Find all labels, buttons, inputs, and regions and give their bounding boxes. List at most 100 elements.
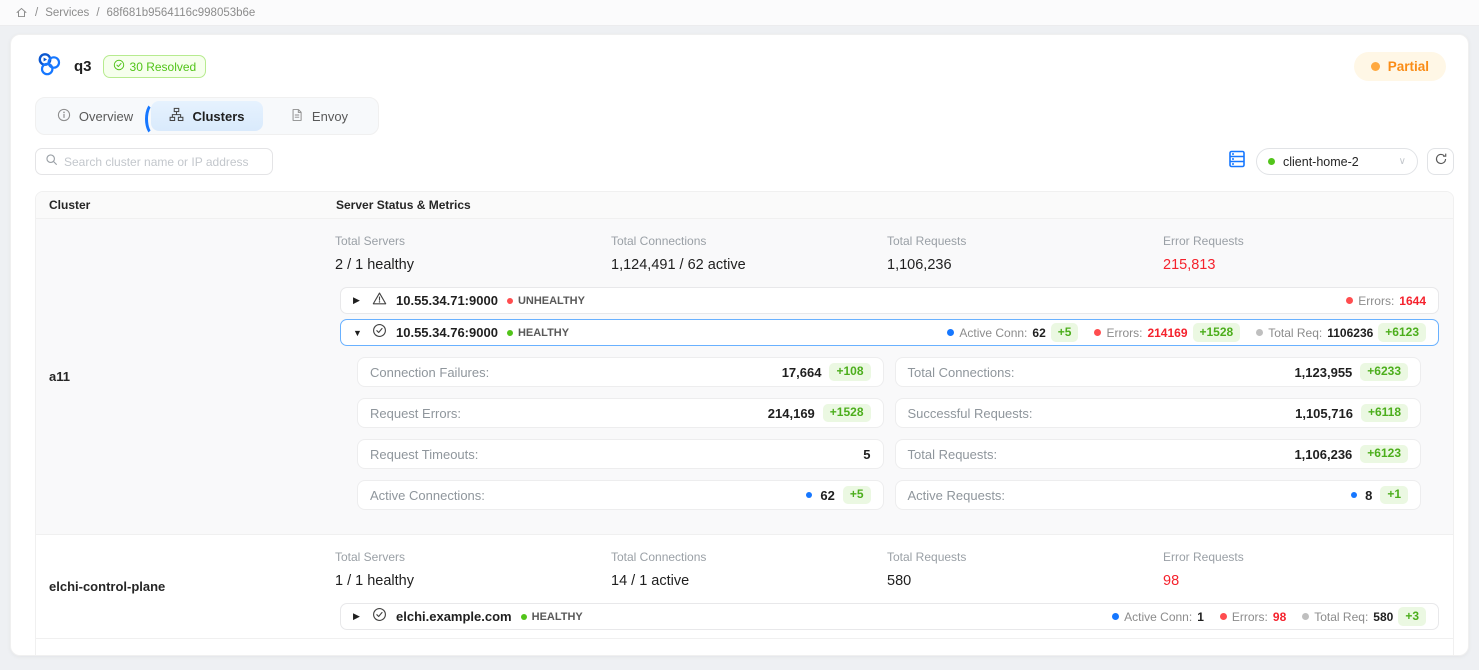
- stat-label: Active Conn:: [1124, 610, 1192, 624]
- stat-dot-icon: [947, 329, 954, 336]
- stat-delta-badge: +1528: [1193, 323, 1241, 342]
- detail-card-successful-requests: Successful Requests: 1,105,716+6118: [895, 398, 1422, 428]
- status-badge-label: Partial: [1388, 59, 1429, 74]
- stat-dot-icon: [1220, 613, 1227, 620]
- table-row: a11 Total Servers 2 / 1 healthy Total Con…: [36, 219, 1453, 535]
- summary-metric-label: Total Requests: [887, 550, 1163, 564]
- host-health-status: HEALTHY: [507, 327, 569, 339]
- server-rack-icon[interactable]: [1227, 149, 1247, 174]
- breadcrumb: / Services / 68f681b9564116c998053b6e: [0, 0, 1479, 26]
- host-health-status: HEALTHY: [521, 611, 583, 623]
- summary-metric-value: 14 / 1 active: [611, 573, 887, 589]
- stat-dot-icon: [1112, 613, 1119, 620]
- host-details-panel: Connection Failures: 17,664+108 Total Co…: [357, 357, 1421, 510]
- summary-metric-label: Total Servers: [335, 234, 611, 248]
- stat-value: 580: [1373, 610, 1393, 624]
- stat-delta-badge: +5: [1051, 323, 1079, 342]
- detail-card-active-connections: Active Connections: 62+5: [357, 480, 884, 510]
- delta-badge: +1528: [823, 404, 871, 423]
- host-address: elchi.example.com: [396, 609, 512, 624]
- caret-down-icon[interactable]: ▼: [353, 328, 363, 338]
- status-dot-icon: [1371, 62, 1380, 71]
- health-dot-icon: [507, 330, 513, 336]
- refresh-icon: [1434, 152, 1448, 171]
- tab-envoy[interactable]: Envoy: [263, 101, 375, 131]
- summary-metric-label: Error Requests: [1163, 550, 1439, 564]
- clusters-table: Cluster Server Status & Metrics a11 Tota…: [35, 191, 1454, 656]
- host-row-healthy[interactable]: ▶ elchi.example.com HEALTHY Active Conn:…: [340, 603, 1439, 630]
- warning-triangle-icon: [372, 291, 387, 311]
- page-title: q3: [74, 58, 92, 75]
- cluster-name: elchi-control-plane: [36, 535, 323, 638]
- node-select-value: client-home-2: [1283, 155, 1359, 169]
- delta-badge: +6123: [1360, 445, 1408, 464]
- stat-label: Errors:: [1106, 326, 1142, 340]
- file-icon: [290, 108, 304, 125]
- cluster-name: a11: [36, 219, 323, 534]
- chevron-down-icon: ∨: [1399, 156, 1406, 167]
- tab-clusters-label: Clusters: [192, 109, 244, 124]
- summary-metric-label: Total Servers: [335, 550, 611, 564]
- node-status-dot-icon: [1268, 158, 1275, 165]
- detail-card-active-requests: Active Requests: 8+1: [895, 480, 1422, 510]
- breadcrumb-service-id: 68f681b9564116c998053b6e: [107, 7, 256, 19]
- column-header-metrics: Server Status & Metrics: [323, 198, 1453, 212]
- stat-dot-icon: [1094, 329, 1101, 336]
- search-box: [35, 148, 273, 175]
- stat-dot-icon: [1256, 329, 1263, 336]
- host-row-unhealthy[interactable]: ▶ 10.55.34.71:9000 UNHEALTHY Errors:1644: [340, 287, 1439, 314]
- node-select[interactable]: client-home-2 ∨: [1256, 148, 1418, 175]
- info-circle-icon: [57, 108, 71, 125]
- caret-right-icon[interactable]: ▶: [353, 295, 363, 306]
- stat-label: Errors:: [1232, 610, 1268, 624]
- tab-clusters[interactable]: Clusters: [151, 101, 263, 131]
- tab-overview[interactable]: Overview: [39, 101, 151, 131]
- column-header-cluster: Cluster: [36, 198, 323, 212]
- search-input[interactable]: [64, 155, 263, 169]
- summary-metric-value-error: 98: [1163, 573, 1439, 589]
- service-card: q3 30 Resolved Partial Overview Clusters: [10, 34, 1469, 656]
- host-row-healthy-expanded[interactable]: ▼ 10.55.34.76:9000 HEALTHY Active Conn: 6…: [340, 319, 1439, 346]
- service-logo-icon: [35, 50, 63, 83]
- stat-dot-icon: [1351, 492, 1357, 498]
- stat-value: 98: [1273, 610, 1286, 624]
- check-circle-icon: [372, 323, 387, 343]
- resolved-badge: 30 Resolved: [103, 55, 207, 78]
- home-icon[interactable]: [15, 6, 28, 19]
- summary-metric-value: 2 / 1 healthy: [335, 257, 611, 273]
- stat-delta-badge: +3: [1398, 607, 1426, 626]
- summary-metric-label: Total Connections: [611, 550, 887, 564]
- stat-delta-badge: +6123: [1378, 323, 1426, 342]
- stat-value: 1: [1197, 610, 1204, 624]
- summary-metric-label: Error Requests: [1163, 234, 1439, 248]
- detail-card-total-connections: Total Connections: 1,123,955+6233: [895, 357, 1422, 387]
- cluster-summary: Total Servers 2 / 1 healthy Total Connect…: [334, 227, 1439, 287]
- delta-badge: +5: [843, 486, 871, 505]
- delta-badge: +6118: [1361, 404, 1408, 423]
- breadcrumb-separator: /: [35, 7, 38, 19]
- host-health-status: UNHEALTHY: [507, 295, 585, 307]
- stat-dot-icon: [1346, 297, 1353, 304]
- breadcrumb-services-link[interactable]: Services: [45, 7, 89, 19]
- delta-badge: +1: [1380, 486, 1408, 505]
- table-footer-space: [36, 639, 1453, 656]
- summary-metric-value: 580: [887, 573, 1163, 589]
- stat-label: Total Req:: [1268, 326, 1322, 340]
- table-row: elchi-control-plane Total Servers1 / 1 h…: [36, 535, 1453, 639]
- stat-label: Active Conn:: [959, 326, 1027, 340]
- stat-dot-icon: [1302, 613, 1309, 620]
- caret-right-icon[interactable]: ▶: [353, 611, 363, 622]
- stat-dot-icon: [806, 492, 812, 498]
- host-address: 10.55.34.76:9000: [396, 325, 498, 340]
- summary-metric-label: Total Requests: [887, 234, 1163, 248]
- tab-envoy-label: Envoy: [312, 109, 348, 124]
- refresh-button[interactable]: [1427, 148, 1454, 175]
- check-circle-icon: [113, 59, 125, 74]
- stat-value: 214169: [1147, 326, 1187, 340]
- summary-metric-label: Total Connections: [611, 234, 887, 248]
- health-dot-icon: [521, 614, 527, 620]
- summary-metric-value: 1,106,236: [887, 257, 1163, 273]
- health-dot-icon: [507, 298, 513, 304]
- resolved-badge-label: 30 Resolved: [130, 60, 197, 74]
- stat-value: 62: [1032, 326, 1045, 340]
